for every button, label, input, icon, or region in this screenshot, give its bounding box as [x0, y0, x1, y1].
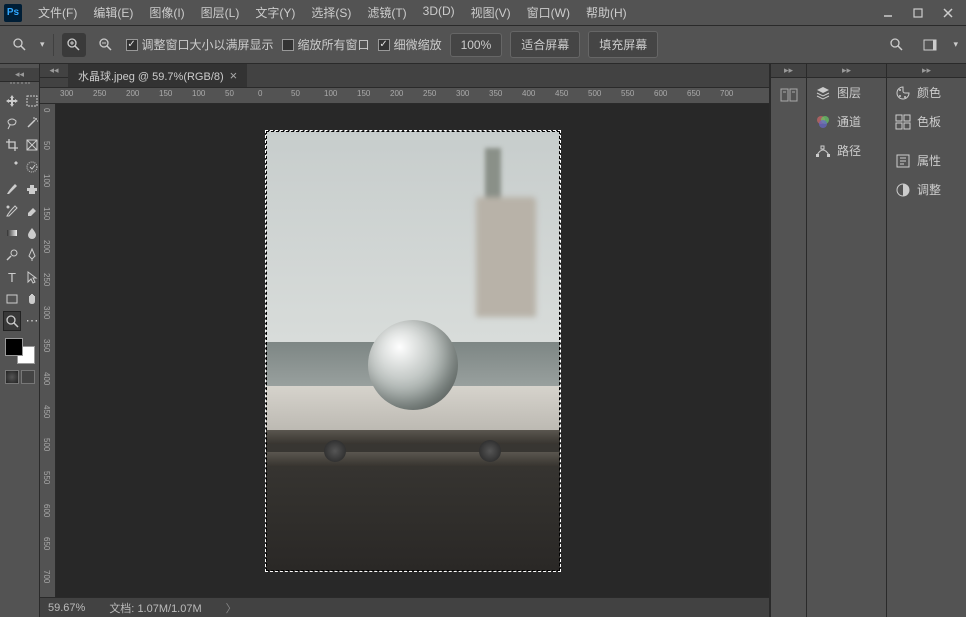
expand-panels-icon[interactable]: ▸▸	[771, 64, 806, 78]
vertical-ruler[interactable]: 0501001502002503003504004505005506006507…	[40, 104, 56, 597]
history-brush-tool[interactable]	[3, 201, 21, 221]
panel-group-color: ▸▸ 颜色 色板 属性 调整	[886, 64, 966, 617]
color-swatches[interactable]	[5, 338, 35, 364]
frame-tool[interactable]	[23, 135, 41, 155]
zoom-out-icon[interactable]	[94, 33, 118, 57]
quick-mask-icon[interactable]	[21, 370, 35, 384]
gradient-tool[interactable]	[3, 223, 21, 243]
zoom-tool[interactable]	[3, 311, 21, 331]
status-caret-icon[interactable]: 〉	[226, 600, 237, 616]
menu-item[interactable]: 图层(L)	[193, 0, 248, 25]
document-area: ◂◂ 水晶球.jpeg @ 59.7%(RGB/8) × 30025020015…	[40, 64, 769, 617]
panel-swatches[interactable]: 色板	[887, 107, 966, 136]
menu-item[interactable]: 帮助(H)	[578, 0, 635, 25]
layers-icon	[815, 85, 831, 101]
lasso-tool[interactable]	[3, 113, 21, 133]
edit-toolbar-icon[interactable]: ⋯	[23, 311, 41, 331]
hand-tool[interactable]	[23, 289, 41, 309]
workspace-icon[interactable]	[919, 33, 943, 57]
foreground-color[interactable]	[5, 338, 23, 356]
app-logo: Ps	[4, 4, 22, 22]
close-button[interactable]	[934, 3, 962, 23]
minimize-button[interactable]	[874, 3, 902, 23]
healing-brush-tool[interactable]	[23, 157, 41, 177]
horizontal-ruler[interactable]: 3002502001501005005010015020025030035040…	[40, 88, 769, 104]
divider	[53, 34, 54, 56]
zoom-tool-indicator-icon[interactable]	[8, 33, 32, 57]
zoom-100-button[interactable]: 100%	[450, 33, 503, 57]
swatches-icon	[895, 114, 911, 130]
zoom-all-windows-checkbox[interactable]: 缩放所有窗口	[282, 36, 370, 53]
canvas[interactable]	[56, 104, 769, 597]
marquee-tool[interactable]	[23, 91, 41, 111]
menu-item[interactable]: 文字(Y)	[247, 0, 303, 25]
panel-group-layers: ▸▸ 图层 通道 路径	[806, 64, 886, 617]
expand-panels-icon[interactable]: ▸▸	[887, 64, 966, 78]
panel-layers[interactable]: 图层	[807, 78, 886, 107]
move-tool[interactable]	[3, 91, 21, 111]
rectangle-tool[interactable]	[3, 289, 21, 309]
panel-color[interactable]: 颜色	[887, 78, 966, 107]
brush-tool[interactable]	[3, 179, 21, 199]
menu-item[interactable]: 窗口(W)	[519, 0, 578, 25]
menu-item[interactable]: 编辑(E)	[85, 0, 141, 25]
adjustments-icon	[895, 182, 911, 198]
dropdown-caret-icon[interactable]: ▾	[953, 39, 958, 50]
menu-item[interactable]: 滤镜(T)	[359, 0, 414, 25]
panel-paths[interactable]: 路径	[807, 136, 886, 165]
document-tabs: ◂◂ 水晶球.jpeg @ 59.7%(RGB/8) ×	[40, 64, 769, 88]
panel-properties[interactable]: 属性	[887, 146, 966, 175]
blur-tool[interactable]	[23, 223, 41, 243]
properties-icon	[895, 153, 911, 169]
dodge-tool[interactable]	[3, 245, 21, 265]
zoom-in-icon[interactable]	[62, 33, 86, 57]
standard-mode-icon[interactable]	[5, 370, 19, 384]
crop-tool[interactable]	[3, 135, 21, 155]
document-info[interactable]: 文档: 1.07M/1.07M	[109, 600, 201, 616]
menu-item[interactable]: 选择(S)	[303, 0, 359, 25]
fit-screen-button[interactable]: 适合屏幕	[510, 31, 580, 58]
svg-text:T: T	[8, 270, 16, 284]
search-icon[interactable]	[885, 33, 909, 57]
panel-adjustments[interactable]: 调整	[887, 175, 966, 204]
panel-channels[interactable]: 通道	[807, 107, 886, 136]
dropdown-caret-icon[interactable]: ▾	[40, 39, 45, 50]
eraser-tool[interactable]	[23, 201, 41, 221]
channels-icon	[815, 114, 831, 130]
menu-item[interactable]: 图像(I)	[141, 0, 192, 25]
menu-item[interactable]: 3D(D)	[415, 0, 463, 25]
collapse-tools-icon[interactable]: ◂◂	[0, 68, 39, 82]
fill-screen-button[interactable]: 填充屏幕	[588, 31, 658, 58]
color-icon	[895, 85, 911, 101]
status-bar: 59.67% 文档: 1.07M/1.07M 〉	[40, 597, 769, 617]
menu-item[interactable]: 文件(F)	[30, 0, 85, 25]
document-tab[interactable]: 水晶球.jpeg @ 59.7%(RGB/8) ×	[68, 64, 247, 87]
path-selection-tool[interactable]	[23, 267, 41, 287]
window-controls	[874, 3, 962, 23]
panel-strip-a: ▸▸	[770, 64, 806, 617]
close-tab-icon[interactable]: ×	[230, 68, 238, 83]
menu-bar: 文件(F)编辑(E)图像(I)图层(L)文字(Y)选择(S)滤镜(T)3D(D)…	[30, 0, 635, 25]
dock-icon[interactable]	[771, 78, 806, 112]
options-bar: ▾ 调整窗口大小以满屏显示 缩放所有窗口 细微缩放 100% 适合屏幕 填充屏幕…	[0, 26, 966, 64]
type-tool[interactable]: T	[3, 267, 21, 287]
tools-panel: ◂◂ T ⋯	[0, 64, 40, 617]
paths-icon	[815, 143, 831, 159]
menu-item[interactable]: 视图(V)	[463, 0, 519, 25]
scrubby-zoom-checkbox[interactable]: 细微缩放	[378, 36, 442, 53]
magic-wand-tool[interactable]	[23, 113, 41, 133]
expand-panels-icon[interactable]: ▸▸	[807, 64, 886, 78]
resize-window-checkbox[interactable]: 调整窗口大小以满屏显示	[126, 36, 274, 53]
clone-stamp-tool[interactable]	[23, 179, 41, 199]
collapse-left-icon[interactable]: ◂◂	[40, 64, 68, 78]
zoom-level[interactable]: 59.67%	[48, 602, 85, 614]
right-panels: ▸▸ ▸▸ 图层 通道 路径 ▸▸ 颜色 色板 属性 调整	[769, 64, 966, 617]
pen-tool[interactable]	[23, 245, 41, 265]
maximize-button[interactable]	[904, 3, 932, 23]
title-bar: Ps 文件(F)编辑(E)图像(I)图层(L)文字(Y)选择(S)滤镜(T)3D…	[0, 0, 966, 26]
document-tab-title: 水晶球.jpeg @ 59.7%(RGB/8)	[78, 68, 224, 84]
document-image	[266, 131, 560, 571]
eyedropper-tool[interactable]	[3, 157, 21, 177]
